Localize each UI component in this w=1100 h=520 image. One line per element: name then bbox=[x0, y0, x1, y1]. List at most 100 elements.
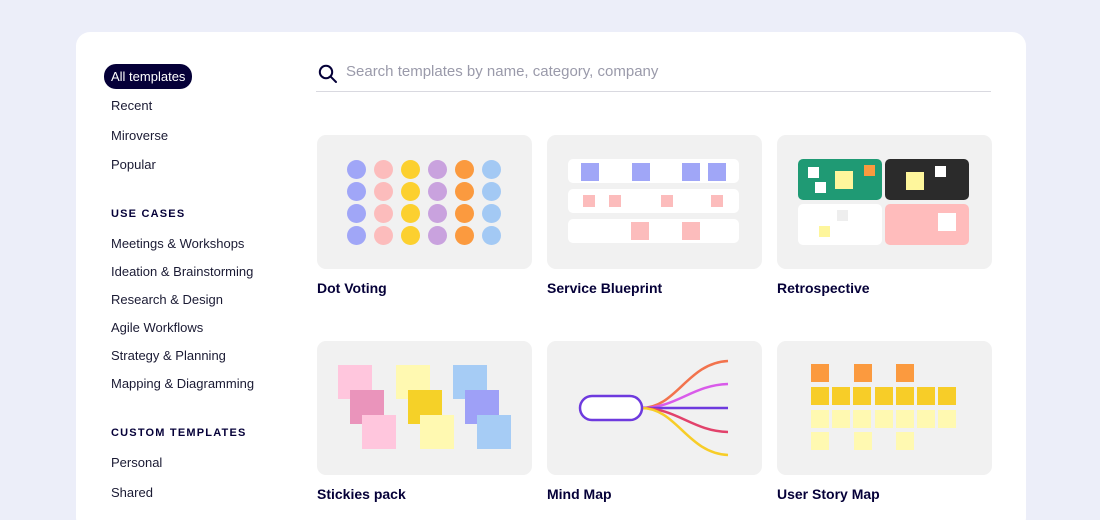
vote-dot bbox=[401, 160, 420, 179]
search-icon[interactable] bbox=[318, 64, 338, 84]
retro-quadrant bbox=[885, 159, 969, 200]
sticky-note bbox=[583, 195, 595, 207]
sticky-note bbox=[895, 410, 914, 428]
sticky-note bbox=[631, 222, 649, 240]
sticky-note bbox=[864, 165, 875, 176]
sidebar-item-miroverse[interactable]: Miroverse bbox=[111, 128, 168, 143]
sticky-note bbox=[815, 182, 826, 193]
vote-dot bbox=[347, 182, 366, 201]
vote-dot bbox=[455, 160, 474, 179]
template-title-mind-map[interactable]: Mind Map bbox=[547, 486, 612, 502]
template-title-retrospective[interactable]: Retrospective bbox=[777, 280, 870, 296]
sticky-note bbox=[832, 410, 851, 428]
mind-map-central-node bbox=[578, 394, 644, 422]
vote-dot bbox=[374, 182, 393, 201]
sticky-note bbox=[811, 432, 829, 450]
sidebar-item-personal[interactable]: Personal bbox=[111, 455, 162, 470]
template-picker-panel: All templates Recent Miroverse Popular U… bbox=[76, 32, 1026, 520]
use-cases-heading: USE CASES bbox=[111, 208, 186, 220]
sidebar-item-popular[interactable]: Popular bbox=[111, 157, 156, 172]
vote-dot bbox=[482, 182, 501, 201]
mind-map-branch bbox=[640, 382, 729, 410]
vote-dot bbox=[401, 204, 420, 223]
sidebar-item-ideation-brainstorming[interactable]: Ideation & Brainstorming bbox=[111, 264, 253, 279]
template-title-dot-voting[interactable]: Dot Voting bbox=[317, 280, 387, 296]
custom-templates-heading: CUSTOM TEMPLATES bbox=[111, 427, 247, 439]
sticky-note bbox=[896, 364, 914, 382]
template-title-stickies-pack[interactable]: Stickies pack bbox=[317, 486, 406, 502]
vote-dot bbox=[374, 204, 393, 223]
sticky-note bbox=[938, 387, 957, 405]
sticky-note bbox=[661, 195, 673, 207]
vote-dot bbox=[428, 204, 447, 223]
sticky-note bbox=[711, 195, 723, 207]
vote-dot bbox=[401, 226, 420, 245]
template-card-retrospective[interactable] bbox=[777, 135, 992, 269]
vote-dot bbox=[482, 204, 501, 223]
sticky-note bbox=[808, 167, 819, 178]
sidebar-item-mapping-diagramming[interactable]: Mapping & Diagramming bbox=[111, 376, 254, 391]
sticky-note bbox=[895, 387, 914, 405]
sticky-note bbox=[708, 163, 726, 181]
vote-dot bbox=[455, 204, 474, 223]
sidebar-item-shared[interactable]: Shared bbox=[111, 485, 153, 500]
sticky-note bbox=[896, 432, 914, 450]
sticky-note bbox=[811, 364, 829, 382]
sidebar-item-research-design[interactable]: Research & Design bbox=[111, 292, 223, 307]
vote-dot bbox=[374, 226, 393, 245]
sidebar-item-agile-workflows[interactable]: Agile Workflows bbox=[111, 320, 203, 335]
sticky-note bbox=[853, 387, 872, 405]
sticky-note bbox=[938, 213, 956, 231]
vote-dot bbox=[455, 226, 474, 245]
sticky-note bbox=[835, 171, 853, 189]
vote-dot bbox=[347, 160, 366, 179]
mind-map-branch bbox=[640, 406, 729, 434]
sticky-note bbox=[581, 163, 599, 181]
vote-dot bbox=[455, 182, 474, 201]
retro-quadrant bbox=[885, 204, 969, 245]
template-card-user-story-map[interactable] bbox=[777, 341, 992, 475]
sticky-note bbox=[682, 222, 700, 240]
vote-dot bbox=[428, 160, 447, 179]
sticky-note bbox=[853, 410, 872, 428]
sticky-note bbox=[811, 387, 829, 405]
sticky-note bbox=[874, 410, 893, 428]
sticky-note bbox=[811, 410, 829, 428]
template-title-service-blueprint[interactable]: Service Blueprint bbox=[547, 280, 662, 296]
sidebar-item-recent[interactable]: Recent bbox=[111, 98, 152, 113]
vote-dot bbox=[428, 226, 447, 245]
search-input[interactable] bbox=[346, 63, 946, 80]
sticky-note bbox=[682, 163, 700, 181]
sticky-note bbox=[938, 410, 957, 428]
template-card-dot-voting[interactable] bbox=[317, 135, 532, 269]
sticky-note bbox=[609, 195, 621, 207]
sticky-note bbox=[917, 410, 935, 428]
sticky-note bbox=[477, 415, 511, 449]
vote-dot bbox=[482, 160, 501, 179]
sticky-note bbox=[837, 210, 848, 221]
sticky-note bbox=[906, 172, 924, 190]
vote-dot bbox=[374, 160, 393, 179]
vote-dot bbox=[428, 182, 447, 201]
template-card-mind-map[interactable] bbox=[547, 341, 762, 475]
sticky-note bbox=[935, 166, 946, 177]
vote-dot bbox=[401, 182, 420, 201]
blueprint-lane bbox=[568, 219, 739, 243]
vote-dot bbox=[482, 226, 501, 245]
vote-dot bbox=[347, 204, 366, 223]
vote-dot bbox=[347, 226, 366, 245]
sidebar-item-strategy-planning[interactable]: Strategy & Planning bbox=[111, 348, 226, 363]
sticky-note bbox=[832, 387, 851, 405]
template-card-service-blueprint[interactable] bbox=[547, 135, 762, 269]
search-bar bbox=[316, 62, 991, 92]
sticky-note bbox=[362, 415, 396, 449]
sticky-note bbox=[632, 163, 650, 181]
sidebar-item-all-templates[interactable]: All templates bbox=[104, 64, 193, 89]
template-title-user-story-map[interactable]: User Story Map bbox=[777, 486, 880, 502]
sticky-note bbox=[420, 415, 454, 449]
sticky-note bbox=[854, 432, 872, 450]
sticky-note bbox=[854, 364, 872, 382]
template-card-stickies-pack[interactable] bbox=[317, 341, 532, 475]
sidebar-item-meetings-workshops[interactable]: Meetings & Workshops bbox=[111, 236, 244, 251]
mind-map-preview bbox=[578, 359, 729, 457]
